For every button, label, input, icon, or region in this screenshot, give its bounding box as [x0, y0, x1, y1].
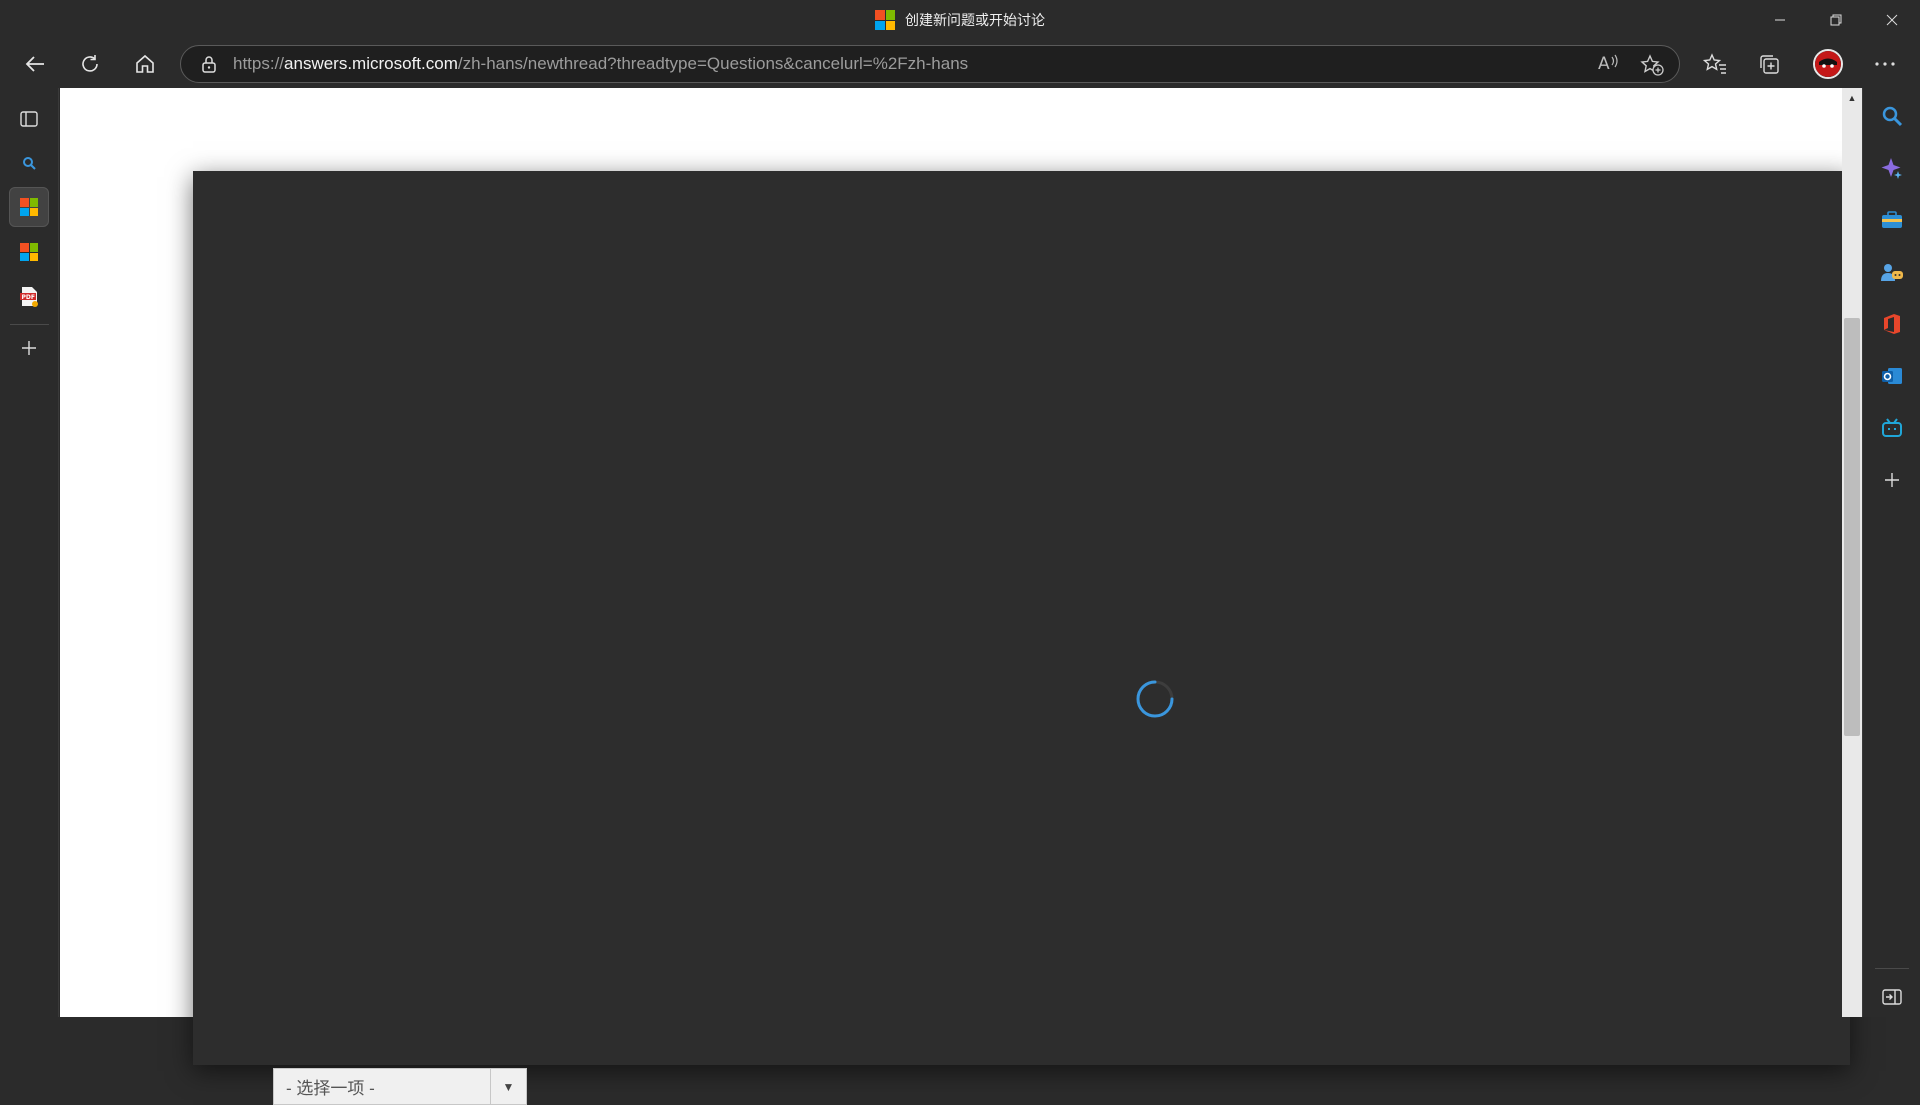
- new-tab-plus-icon: [22, 341, 36, 355]
- sidebar-copilot-button[interactable]: [1872, 148, 1912, 188]
- more-dots-icon: [1875, 62, 1895, 66]
- favorites-button[interactable]: [1695, 44, 1735, 84]
- vertical-tabs-pane: PDF: [0, 88, 59, 1017]
- window-controls: [1752, 0, 1920, 40]
- new-tab-button[interactable]: [9, 328, 49, 368]
- sidebar-collapse-button[interactable]: [1872, 977, 1912, 1017]
- refresh-icon: [82, 55, 98, 72]
- sidebar-add-button[interactable]: [1872, 460, 1912, 500]
- sidebar-office-button[interactable]: [1872, 304, 1912, 344]
- select-value: - 选择一项 -: [286, 1079, 375, 1098]
- sidebar-bilibili-button[interactable]: [1872, 408, 1912, 448]
- collections-button[interactable]: [1750, 44, 1790, 84]
- copilot-sparkle-icon: [1881, 158, 1902, 179]
- close-button[interactable]: [1864, 0, 1920, 40]
- avatar: [1813, 49, 1843, 79]
- profile-button[interactable]: [1808, 44, 1848, 84]
- search-icon: [1882, 106, 1903, 127]
- restore-icon: [1830, 14, 1842, 26]
- sidebar-tools-button[interactable]: [1872, 200, 1912, 240]
- tab-actions-menu-button[interactable]: [9, 99, 49, 139]
- star-add-icon: [1640, 54, 1664, 76]
- tab-microsoft-answers-active[interactable]: [9, 187, 49, 227]
- tab-search[interactable]: [9, 143, 49, 183]
- pdf-tab-icon: PDF: [20, 287, 38, 307]
- scrollbar-thumb[interactable]: [1844, 318, 1860, 736]
- lock-icon[interactable]: [189, 55, 229, 73]
- tools-briefcase-icon: [1882, 211, 1902, 228]
- microsoft-logo-icon: [875, 10, 895, 30]
- close-icon: [1886, 14, 1898, 26]
- collections-icon: [1760, 55, 1779, 74]
- minimize-button[interactable]: [1752, 0, 1808, 40]
- games-icon: [1881, 264, 1903, 281]
- home-button[interactable]: [125, 44, 165, 84]
- microsoft-logo-icon: [20, 198, 38, 216]
- minimize-icon: [1775, 19, 1785, 21]
- office-icon: [1884, 314, 1900, 334]
- tabs-divider: [10, 324, 49, 325]
- svg-text:PDF: PDF: [22, 294, 35, 301]
- sidebar-search-button[interactable]: [1872, 96, 1912, 136]
- outlook-icon: [1882, 368, 1902, 384]
- web-page-content: - 选择一项 - ▼: [60, 88, 1850, 1105]
- edge-sidebar: [1862, 88, 1920, 1017]
- loading-modal: [193, 171, 1850, 1065]
- add-favorite-button[interactable]: [1633, 48, 1671, 82]
- home-icon: [136, 54, 154, 73]
- restore-button[interactable]: [1808, 0, 1864, 40]
- tab-microsoft[interactable]: [9, 232, 49, 272]
- url-text[interactable]: https://answers.microsoft.com/zh-hans/ne…: [233, 54, 968, 74]
- category-select[interactable]: - 选择一项 - ▼: [273, 1068, 527, 1105]
- sidebar-divider: [1875, 968, 1909, 969]
- loading-spinner-icon: [1136, 680, 1174, 718]
- add-icon: [1885, 473, 1899, 487]
- scroll-up-arrow-icon[interactable]: ▲: [1846, 92, 1858, 104]
- favorites-icon: [1703, 53, 1726, 74]
- search-tab-icon: [23, 157, 36, 170]
- back-button[interactable]: [15, 44, 55, 84]
- bilibili-icon: [1882, 418, 1902, 437]
- sidebar-outlook-button[interactable]: [1872, 356, 1912, 396]
- dropdown-arrow-icon[interactable]: ▼: [490, 1069, 526, 1104]
- window-title-text: 创建新问题或开始讨论: [905, 12, 1045, 28]
- refresh-button[interactable]: [70, 44, 110, 84]
- microsoft-logo-icon: [20, 243, 38, 261]
- read-aloud-button[interactable]: A: [1589, 48, 1627, 82]
- address-bar-actions: A: [1589, 46, 1671, 84]
- tab-pdf[interactable]: PDF: [9, 277, 49, 317]
- svg-text:A: A: [1598, 54, 1610, 73]
- tab-actions-icon: [20, 111, 38, 127]
- title-bar: 创建新问题或开始讨论: [0, 0, 1920, 40]
- read-aloud-icon: A: [1597, 53, 1619, 77]
- window-title: 创建新问题或开始讨论: [0, 0, 1920, 40]
- sidebar-games-button[interactable]: [1872, 252, 1912, 292]
- browser-toolbar: https://answers.microsoft.com/zh-hans/ne…: [0, 40, 1920, 88]
- settings-more-button[interactable]: [1865, 44, 1905, 84]
- collapse-sidebar-icon: [1882, 989, 1902, 1005]
- address-bar[interactable]: https://answers.microsoft.com/zh-hans/ne…: [180, 45, 1680, 83]
- back-arrow-icon: [25, 56, 44, 72]
